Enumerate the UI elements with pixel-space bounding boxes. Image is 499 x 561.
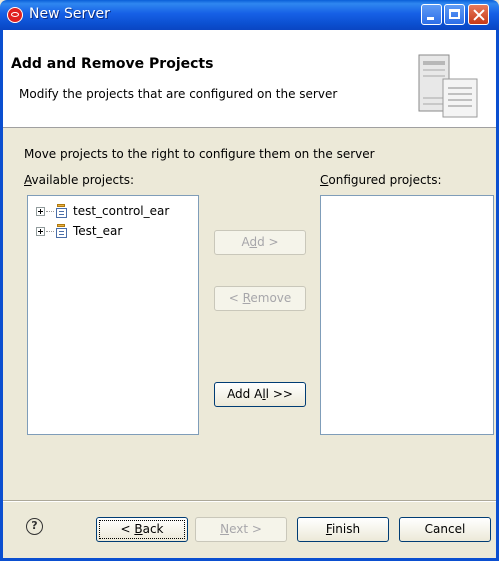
- page-description: Modify the projects that are configured …: [19, 87, 338, 101]
- finish-button[interactable]: Finish: [297, 517, 389, 542]
- footer-separator: [3, 500, 496, 502]
- available-projects-label: Available projects:: [24, 173, 135, 187]
- tree-item-label: test_control_ear: [73, 204, 170, 218]
- next-button[interactable]: Next >: [195, 517, 287, 542]
- window-title: New Server: [29, 6, 110, 22]
- instructions-text: Move projects to the right to configure …: [24, 147, 375, 161]
- configured-projects-label: Configured projects:: [320, 173, 442, 187]
- remove-button[interactable]: < Remove: [214, 286, 306, 311]
- help-icon[interactable]: ?: [26, 518, 43, 535]
- maximize-button[interactable]: [444, 4, 465, 25]
- expand-icon[interactable]: [36, 226, 45, 236]
- expand-icon[interactable]: [36, 206, 45, 216]
- available-projects-list[interactable]: test_control_ear Test_ear: [27, 195, 199, 435]
- back-button[interactable]: < Back: [96, 517, 188, 542]
- title-bar[interactable]: New Server: [0, 0, 499, 30]
- configured-projects-list[interactable]: [320, 195, 494, 435]
- cancel-button[interactable]: Cancel: [399, 517, 491, 542]
- ear-project-icon: [55, 223, 69, 239]
- wizard-header: Add and Remove Projects Modify the proje…: [3, 30, 496, 128]
- add-button[interactable]: Add >: [214, 230, 306, 255]
- server-wizard-icon: [418, 54, 478, 118]
- oracle-app-icon: [7, 7, 23, 23]
- ear-project-icon: [55, 203, 69, 219]
- close-button[interactable]: [468, 4, 489, 25]
- tree-item-test-control-ear[interactable]: test_control_ear: [36, 202, 169, 220]
- tree-item-test-ear[interactable]: Test_ear: [36, 222, 122, 240]
- minimize-button[interactable]: [421, 4, 442, 25]
- page-title: Add and Remove Projects: [11, 56, 214, 72]
- tree-item-label: Test_ear: [73, 224, 123, 238]
- add-all-button[interactable]: Add All >>: [214, 382, 306, 407]
